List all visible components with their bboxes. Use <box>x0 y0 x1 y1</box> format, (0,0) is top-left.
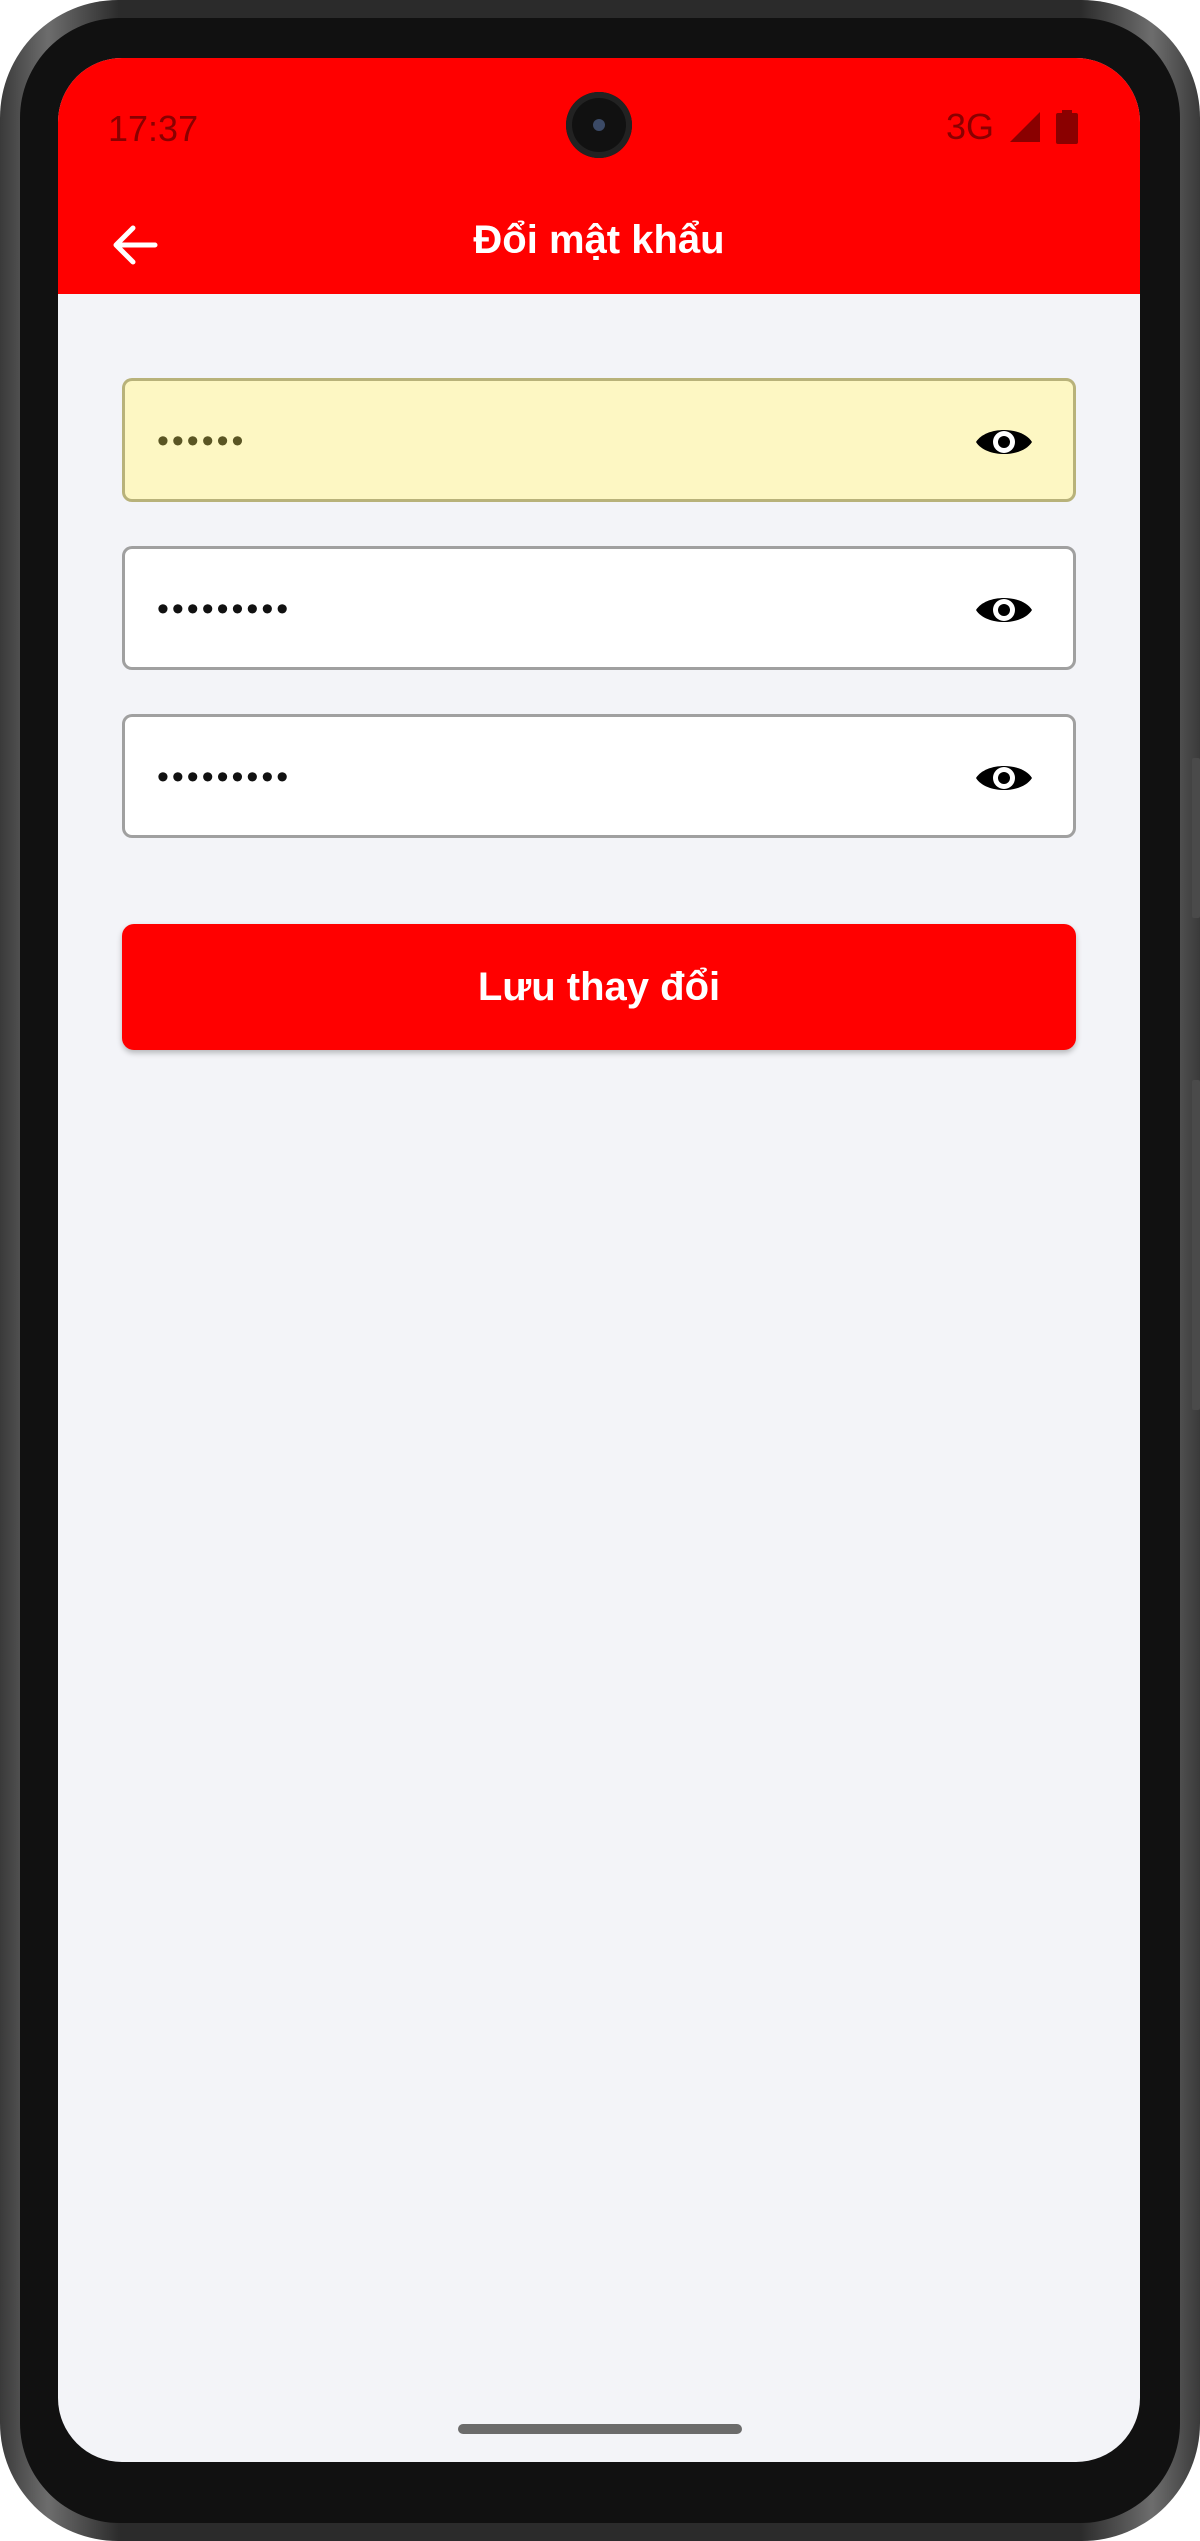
battery-icon <box>1056 110 1078 144</box>
current-password-field <box>122 378 1076 502</box>
eye-icon <box>976 598 1032 622</box>
toggle-visibility-button[interactable] <box>973 747 1035 809</box>
app-screen: 17:37 3G Đổi mật khẩu •••••• ••••••••• •… <box>58 58 1140 2462</box>
volume-rocker <box>1192 1080 1200 1410</box>
home-indicator[interactable] <box>458 2424 742 2434</box>
status-icons: 3G <box>946 106 1078 148</box>
toggle-visibility-button[interactable] <box>973 411 1035 473</box>
front-camera <box>566 92 632 158</box>
new-password-input[interactable] <box>155 549 939 669</box>
app-bar: 17:37 3G Đổi mật khẩu <box>58 58 1140 294</box>
current-password-input[interactable] <box>155 381 939 501</box>
toggle-visibility-button[interactable] <box>973 579 1035 641</box>
save-changes-button[interactable]: Lưu thay đổi <box>122 924 1076 1050</box>
phone-frame: 17:37 3G Đổi mật khẩu •••••• ••••••••• •… <box>0 0 1200 2541</box>
new-password-field <box>122 546 1076 670</box>
power-button <box>1192 758 1200 918</box>
eye-icon <box>976 766 1032 790</box>
confirm-password-field <box>122 714 1076 838</box>
signal-icon <box>1010 112 1040 142</box>
network-type: 3G <box>945 106 994 147</box>
status-time: 17:37 <box>108 108 199 149</box>
page-title: Đổi mật khẩu <box>473 218 725 262</box>
confirm-password-input[interactable] <box>155 717 939 837</box>
eye-icon <box>976 430 1032 454</box>
